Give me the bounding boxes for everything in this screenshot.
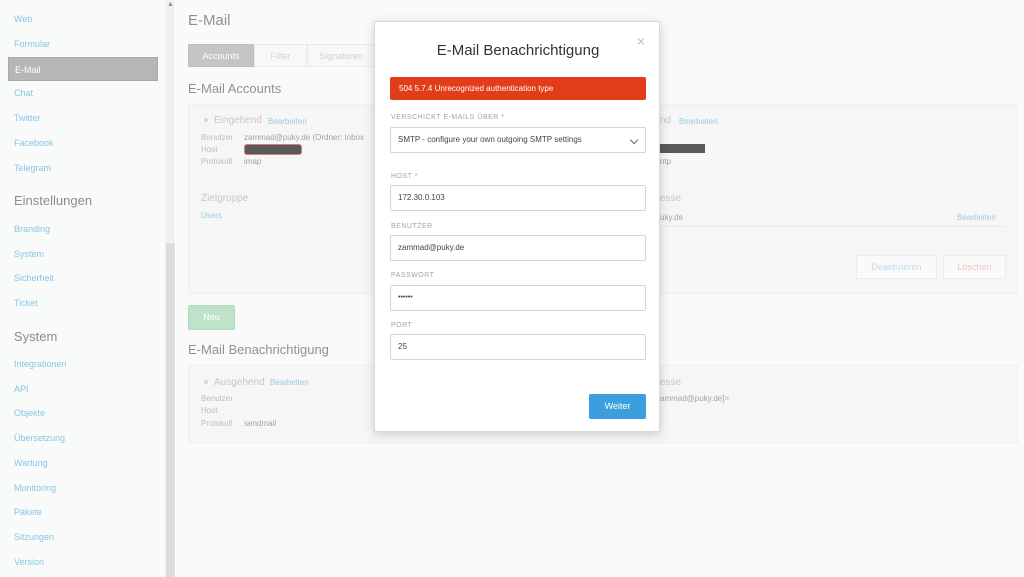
error-alert: 504 5.7.4 Unrecognized authentication ty… (390, 77, 646, 100)
close-icon[interactable]: × (634, 34, 648, 48)
continue-button[interactable]: Weiter (589, 394, 646, 419)
user-label: BENUTZER (391, 223, 433, 230)
host-label: HOST * (391, 173, 418, 180)
password-input[interactable]: •••••• (390, 285, 646, 311)
port-input[interactable]: 25 (390, 334, 646, 360)
via-select[interactable]: SMTP - configure your own outgoing SMTP … (390, 127, 646, 153)
port-label: PORT (391, 322, 413, 329)
via-select-value: SMTP - configure your own outgoing SMTP … (398, 135, 582, 144)
password-label: PASSWORT (391, 272, 435, 279)
user-input[interactable]: zammad@puky.de (390, 235, 646, 261)
notification-modal: E-Mail Benachrichtigung × 504 5.7.4 Unre… (374, 21, 660, 432)
modal-title: E-Mail Benachrichtigung (436, 42, 600, 59)
chevron-down-icon (629, 135, 639, 145)
host-input[interactable]: 172.30.0.103 (390, 185, 646, 211)
via-label: VERSCHICKT E-MAILS ÜBER * (391, 114, 505, 121)
